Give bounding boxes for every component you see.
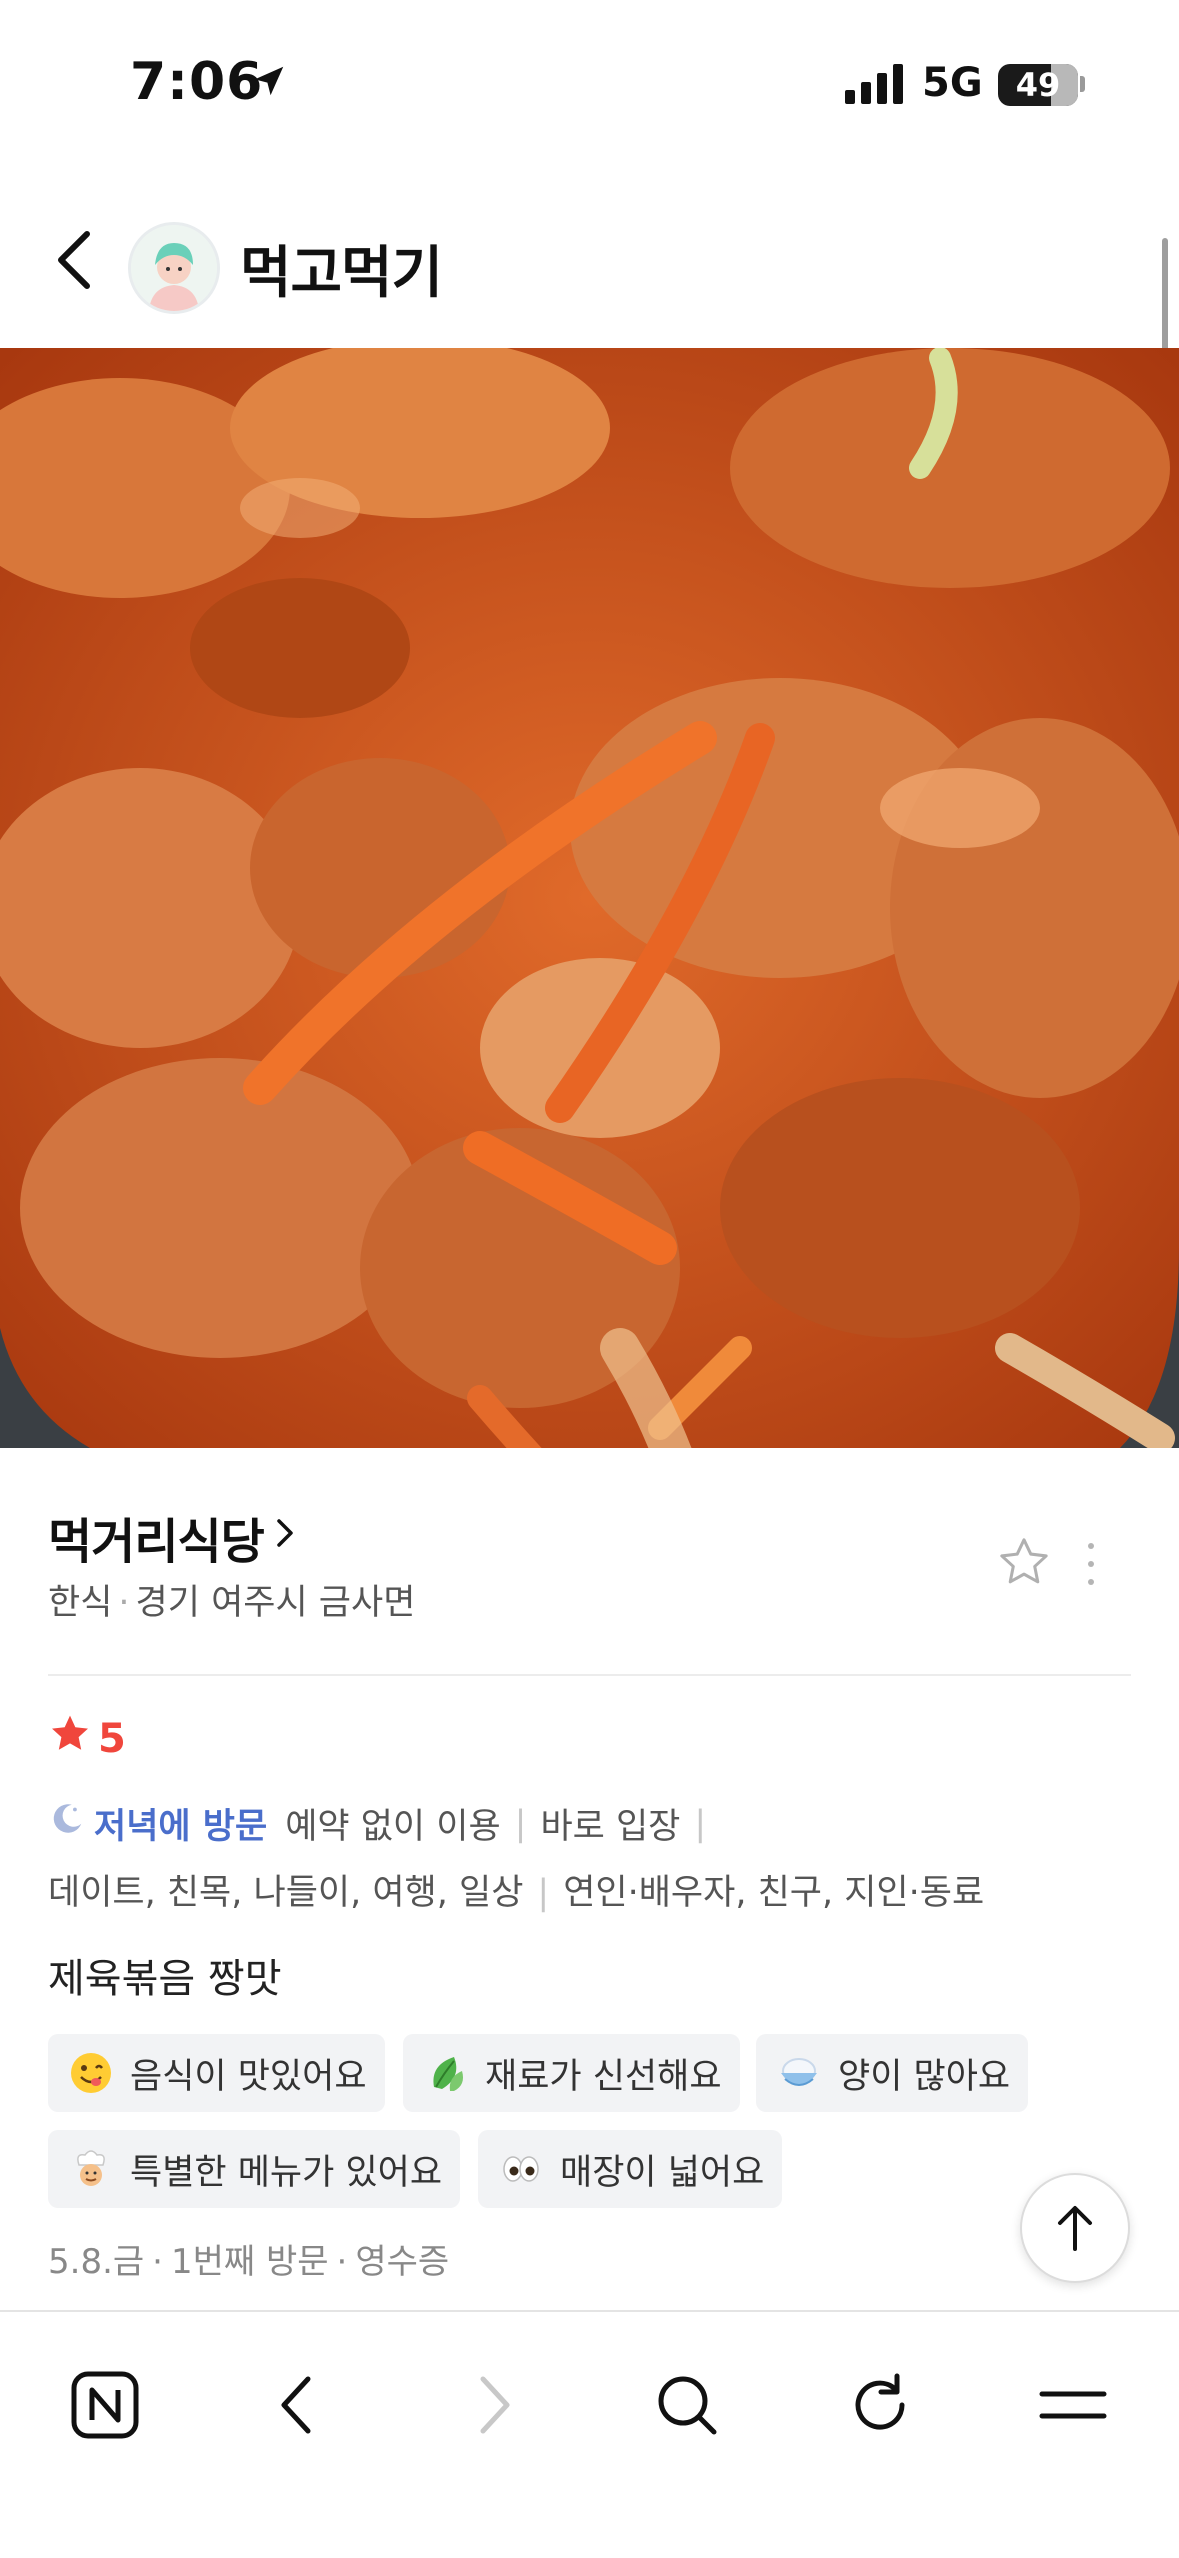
review-photo[interactable] xyxy=(0,348,1179,1448)
page-title: 먹고먹기 xyxy=(240,241,443,306)
profile-avatar[interactable] xyxy=(128,222,220,314)
eyes-icon xyxy=(498,2146,544,2192)
rice-bowl-icon xyxy=(776,2050,822,2096)
leaf-icon xyxy=(423,2050,469,2096)
back-icon[interactable] xyxy=(243,2350,353,2460)
keyword-tag-label: 매장이 넓어요 xyxy=(560,2152,765,2193)
search-icon[interactable] xyxy=(632,2350,742,2460)
place-name-link[interactable]: 먹거리식당 xyxy=(48,1502,298,1572)
place-category: 한식 xyxy=(48,1583,113,1623)
visit-time: 저녁에 방문 xyxy=(94,1807,268,1847)
visit-purpose: 데이트, 친목, 나들이, 여행, 일상 | 연인·배우자, 친구, 지인·동료 xyxy=(48,1873,985,1913)
keyword-tag: 매장이 넓어요 xyxy=(478,2130,783,2208)
proof-type: 영수증 xyxy=(355,2242,450,2282)
keyword-tag-label: 재료가 신선해요 xyxy=(485,2056,722,2097)
network-type: 5G xyxy=(922,60,983,106)
review-rating: 5 xyxy=(48,1712,126,1766)
chevron-right-icon xyxy=(274,1509,298,1565)
back-button[interactable] xyxy=(45,220,105,300)
chef-icon xyxy=(68,2146,114,2192)
status-time: 7:06 xyxy=(130,52,264,112)
scroll-to-top-button[interactable] xyxy=(1020,2173,1130,2283)
place-name: 먹거리식당 xyxy=(48,1514,265,1570)
refresh-icon[interactable] xyxy=(825,2350,935,2460)
naver-home-icon[interactable] xyxy=(50,2350,160,2460)
browser-toolbar xyxy=(0,2310,1179,2558)
status-bar: 7:06 5G 49 xyxy=(0,0,1179,150)
more-options-icon[interactable] xyxy=(1082,1536,1100,1596)
review-meta: 5.8.금 · 1번째 방문 · 영수증 xyxy=(48,2242,450,2282)
moon-icon xyxy=(48,1800,86,1847)
companion-list: 연인·배우자, 친구, 지인·동료 xyxy=(563,1873,985,1913)
review-date: 5.8.금 xyxy=(48,2242,145,2282)
location-arrow-icon xyxy=(250,62,288,104)
keyword-tag: 재료가 신선해요 xyxy=(403,2034,740,2112)
favorite-star-button[interactable] xyxy=(996,1534,1052,1594)
menu-icon[interactable] xyxy=(1018,2350,1128,2460)
yum-face-icon xyxy=(68,2050,114,2096)
keyword-tag: 양이 많아요 xyxy=(756,2034,1029,2112)
review-text: 제육볶음 짱맛 xyxy=(48,1956,282,2002)
top-nav: 먹고먹기 xyxy=(0,200,1179,350)
keyword-tag-label: 음식이 맛있어요 xyxy=(130,2056,367,2097)
battery-level: 49 xyxy=(1015,66,1061,104)
visit-detail: 바로 입장 xyxy=(540,1807,681,1847)
divider xyxy=(48,1674,1131,1676)
battery-icon: 49 xyxy=(998,64,1078,106)
star-icon xyxy=(48,1712,92,1766)
cellular-signal-icon xyxy=(845,64,907,108)
keyword-tag: 특별한 메뉴가 있어요 xyxy=(48,2130,461,2208)
visit-count: 1번째 방문 xyxy=(170,2242,329,2282)
forward-icon[interactable] xyxy=(438,2350,548,2460)
rating-value: 5 xyxy=(98,1716,126,1762)
place-meta: 한식 · 경기 여주시 금사면 xyxy=(48,1583,416,1623)
keyword-tag: 음식이 맛있어요 xyxy=(48,2034,385,2112)
purpose-list: 데이트, 친목, 나들이, 여행, 일상 xyxy=(48,1873,524,1913)
keyword-tag-label: 양이 많아요 xyxy=(838,2056,1011,2097)
place-location: 경기 여주시 금사면 xyxy=(135,1583,416,1623)
visit-info: 저녁에 방문 예약 없이 이용 | 바로 입장 | xyxy=(48,1798,720,1849)
visit-detail: 예약 없이 이용 xyxy=(285,1807,501,1847)
keyword-tag-label: 특별한 메뉴가 있어요 xyxy=(130,2152,443,2193)
